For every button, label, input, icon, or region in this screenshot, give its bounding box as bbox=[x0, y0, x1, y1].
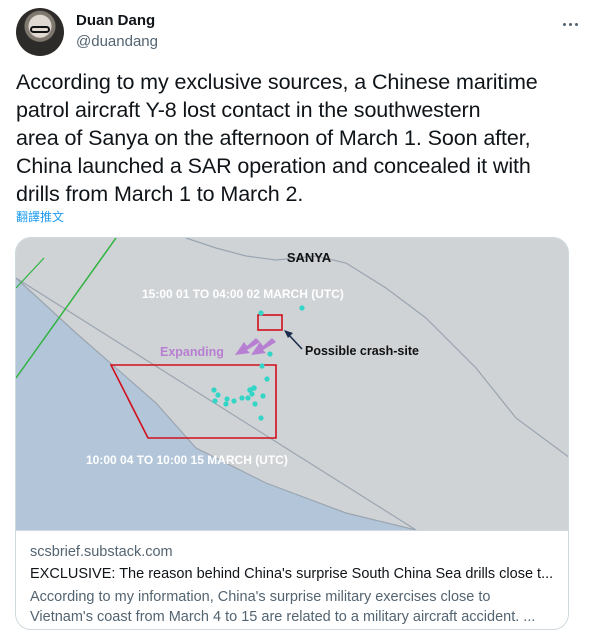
map-city-label: SANYA bbox=[287, 250, 332, 265]
map-period-1: 15:00 01 TO 04:00 02 MARCH (UTC) bbox=[142, 287, 344, 301]
map-expanding-label: Expanding bbox=[160, 345, 224, 359]
map-image[interactable]: SANYA 15:00 01 TO 04:00 02 MARCH (UTC) E… bbox=[16, 238, 568, 530]
author-name[interactable]: Duan Dang bbox=[76, 12, 155, 29]
link-description: According to my information, China's sur… bbox=[30, 589, 536, 625]
author-handle[interactable]: @duandang bbox=[76, 33, 158, 50]
tweet-header: Duan Dang @duandang bbox=[16, 8, 584, 58]
tweet-text: According to my exclusive sources, a Chi… bbox=[16, 70, 538, 206]
more-options-icon[interactable] bbox=[556, 10, 584, 38]
link-card[interactable]: SANYA 15:00 01 TO 04:00 02 MARCH (UTC) E… bbox=[15, 237, 569, 630]
avatar[interactable] bbox=[16, 8, 64, 56]
map-period-2: 10:00 04 TO 10:00 15 MARCH (UTC) bbox=[86, 453, 288, 467]
link-domain: scsbrief.substack.com bbox=[30, 544, 173, 560]
link-title[interactable]: EXCLUSIVE: The reason behind China's sur… bbox=[30, 566, 553, 582]
map-crash-site-label: Possible crash-site bbox=[305, 344, 419, 358]
translate-tweet-link[interactable]: 翻譯推文 bbox=[16, 208, 64, 225]
link-card-body[interactable]: scsbrief.substack.com EXCLUSIVE: The rea… bbox=[16, 530, 568, 625]
